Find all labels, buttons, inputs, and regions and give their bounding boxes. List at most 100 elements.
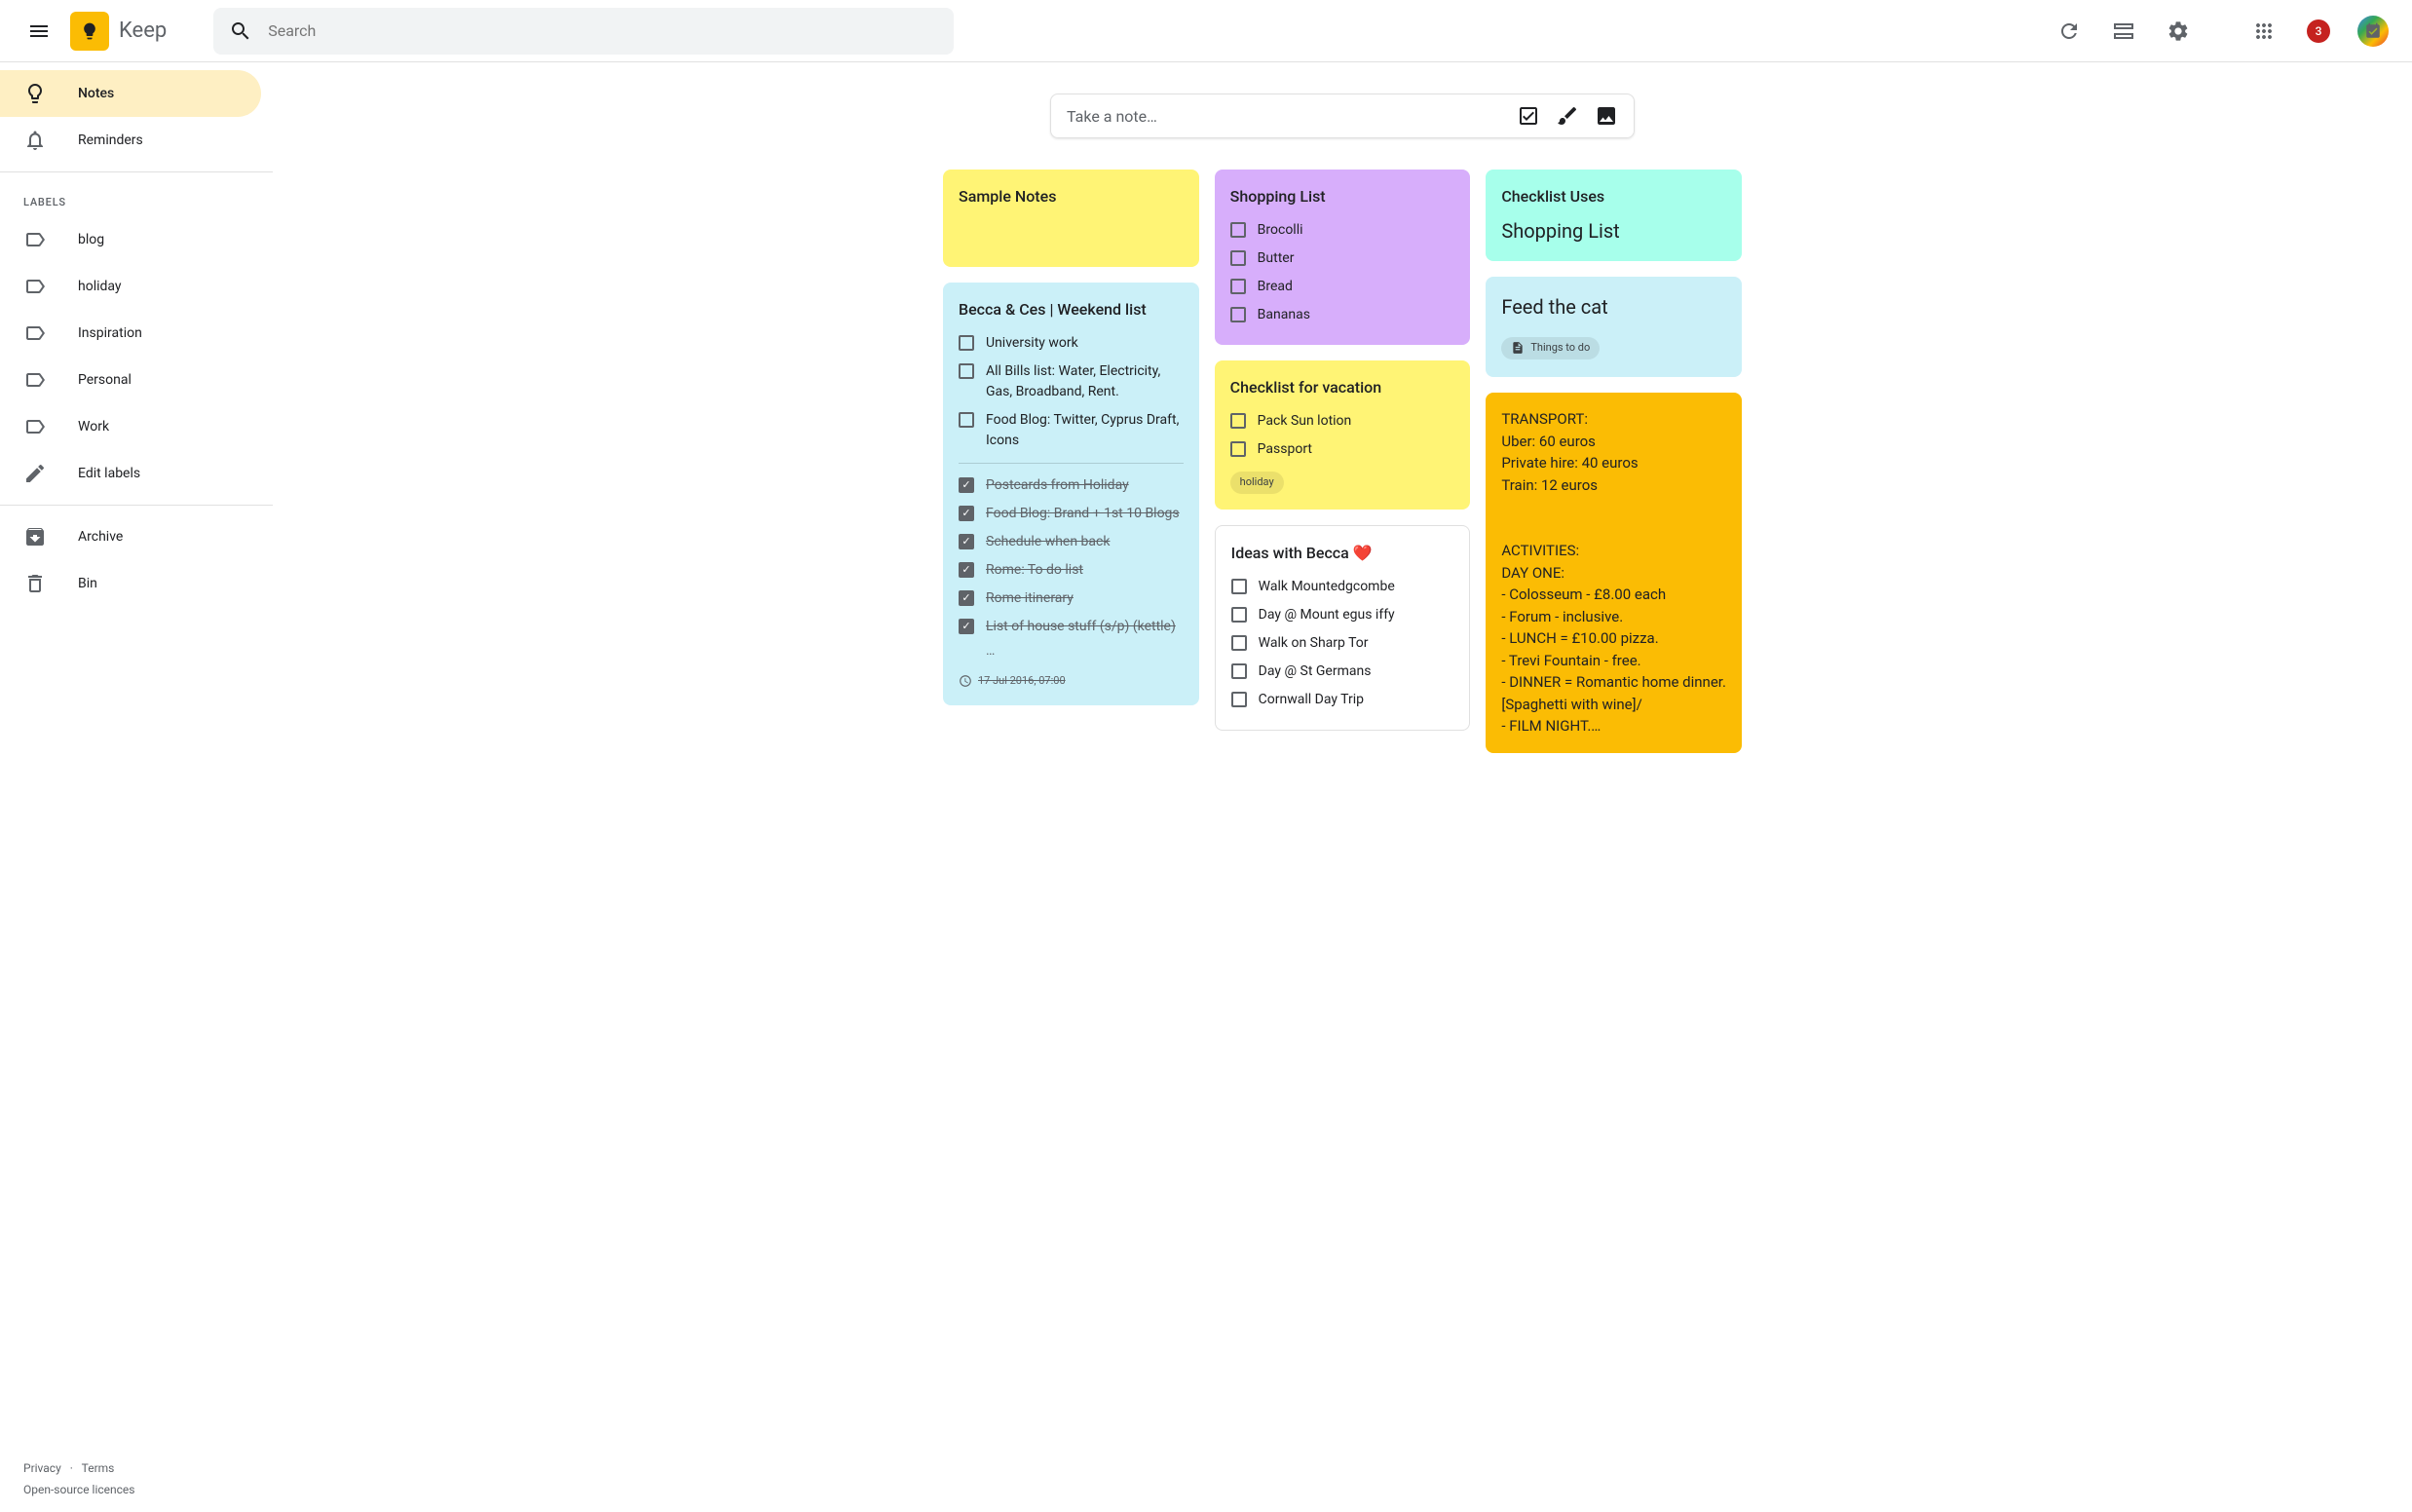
checklist-item[interactable]: List of house stuff (s/p) (kettle) (959, 613, 1184, 641)
sidebar-label-inspiration[interactable]: Inspiration (0, 310, 261, 357)
checklist-text: Bread (1258, 277, 1293, 297)
checkbox-icon[interactable] (1230, 222, 1246, 238)
archive-icon (23, 525, 47, 548)
checkbox-icon[interactable] (959, 363, 974, 379)
checkbox-icon[interactable] (959, 335, 974, 351)
main-menu-button[interactable] (16, 8, 62, 55)
sidebar-label-personal[interactable]: Personal (0, 357, 261, 403)
note-card[interactable]: Sample Notes (943, 170, 1199, 267)
checkbox-checked-icon[interactable] (959, 619, 974, 634)
settings-button[interactable] (2155, 8, 2202, 55)
checkbox-icon[interactable] (1230, 250, 1246, 266)
checklist-item[interactable]: Walk on Sharp Tor (1231, 629, 1454, 658)
note-card[interactable]: Checklist for vacation Pack Sun lotion P… (1215, 360, 1471, 510)
refresh-icon (2057, 19, 2081, 43)
note-card[interactable]: Checklist Uses Shopping List (1486, 170, 1742, 261)
sidebar-bin[interactable]: Bin (0, 560, 261, 607)
checklist-item[interactable]: Cornwall Day Trip (1231, 686, 1454, 714)
note-title: Feed the cat (1501, 292, 1726, 321)
label-icon (23, 275, 47, 298)
refresh-button[interactable] (2046, 8, 2092, 55)
sidebar-item-label: Reminders (78, 132, 143, 148)
checkbox-icon[interactable] (1231, 692, 1247, 707)
checklist-text: Walk on Sharp Tor (1259, 633, 1369, 654)
note-card[interactable]: TRANSPORT: Uber: 60 euros Private hire: … (1486, 393, 1742, 753)
checkbox-icon[interactable] (1230, 441, 1246, 457)
checklist-item[interactable]: Brocolli (1230, 216, 1455, 245)
checklist-item[interactable]: Day @ St Germans (1231, 658, 1454, 686)
reminder-chip[interactable]: 17 Jul 2016, 07:00 (959, 673, 1184, 690)
checklist-item[interactable]: Food Blog: Brand + 1st 10 Blogs (959, 500, 1184, 528)
checkbox-icon[interactable] (1231, 579, 1247, 594)
checklist-item[interactable]: Pack Sun lotion (1230, 407, 1455, 435)
checklist-item[interactable]: Rome itinerary (959, 585, 1184, 613)
more-indicator: … (959, 641, 1184, 662)
note-title: Ideas with Becca ❤️ (1231, 542, 1454, 565)
checkbox-icon[interactable] (1231, 635, 1247, 651)
list-view-button[interactable] (2100, 8, 2147, 55)
main-content: Take a note… Sample Notes Becca & Ces | … (273, 62, 2412, 1512)
new-list-icon[interactable] (1517, 104, 1540, 128)
checklist-text: Day @ St Germans (1259, 662, 1372, 682)
note-body: TRANSPORT: Uber: 60 euros Private hire: … (1501, 408, 1726, 737)
note-card[interactable]: Feed the cat Things to do (1486, 277, 1742, 377)
checklist-item[interactable]: Walk Mountedgcombe (1231, 573, 1454, 601)
footer-licences-link[interactable]: Open-source licences (23, 1483, 134, 1496)
sidebar-label-work[interactable]: Work (0, 403, 261, 450)
checkbox-icon[interactable] (959, 412, 974, 428)
checklist-text: List of house stuff (s/p) (kettle) (986, 617, 1176, 637)
sidebar-item-notes[interactable]: Notes (0, 70, 261, 117)
search-icon (229, 19, 252, 43)
checkbox-checked-icon[interactable] (959, 506, 974, 521)
sidebar-archive[interactable]: Archive (0, 513, 261, 560)
sidebar: Notes Reminders LABELS blog holiday Insp… (0, 62, 273, 1512)
search-bar[interactable] (213, 8, 954, 55)
note-card[interactable]: Ideas with Becca ❤️ Walk Mountedgcombe D… (1215, 525, 1471, 731)
checkbox-icon[interactable] (1230, 307, 1246, 322)
layout: Notes Reminders LABELS blog holiday Insp… (0, 62, 2412, 1512)
take-note-input[interactable]: Take a note… (1050, 94, 1635, 138)
checklist-item[interactable]: Butter (1230, 245, 1455, 273)
checkbox-checked-icon[interactable] (959, 477, 974, 493)
checklist-item[interactable]: Passport (1230, 435, 1455, 464)
checkbox-icon[interactable] (1230, 413, 1246, 429)
checkbox-icon[interactable] (1231, 663, 1247, 679)
checklist-item[interactable]: Rome: To do list (959, 556, 1184, 585)
label-chip[interactable]: Things to do (1501, 337, 1600, 359)
checklist-item[interactable]: Bread (1230, 273, 1455, 301)
sidebar-label-blog[interactable]: blog (0, 216, 261, 263)
sidebar-item-reminders[interactable]: Reminders (0, 117, 261, 164)
checklist-item[interactable]: Schedule when back (959, 528, 1184, 556)
checklist-text: All Bills list: Water, Electricity, Gas,… (986, 361, 1184, 402)
checklist-item[interactable]: Food Blog: Twitter, Cyprus Draft, Icons (959, 406, 1184, 455)
checklist-item[interactable]: University work (959, 329, 1184, 358)
label-chip[interactable]: holiday (1230, 472, 1284, 494)
checklist-text: Postcards from Holiday (986, 475, 1129, 496)
checklist-item[interactable]: Postcards from Holiday (959, 472, 1184, 500)
checklist-item[interactable]: Day @ Mount egus iffy (1231, 601, 1454, 629)
checklist-item[interactable]: All Bills list: Water, Electricity, Gas,… (959, 358, 1184, 406)
checkbox-icon[interactable] (1230, 279, 1246, 294)
notifications-badge[interactable]: 3 (2295, 8, 2342, 55)
new-drawing-icon[interactable] (1556, 104, 1579, 128)
checkbox-checked-icon[interactable] (959, 534, 974, 549)
footer-terms-link[interactable]: Terms (82, 1461, 115, 1475)
note-card[interactable]: Shopping List Brocolli Butter Bread Bana… (1215, 170, 1471, 345)
footer-privacy-link[interactable]: Privacy (23, 1461, 61, 1475)
bell-icon (23, 129, 47, 152)
checklist-item[interactable]: Bananas (1230, 301, 1455, 329)
note-card[interactable]: Becca & Ces | Weekend list University wo… (943, 283, 1199, 705)
sidebar-label-holiday[interactable]: holiday (0, 263, 261, 310)
logo[interactable]: Keep (70, 12, 167, 51)
checkbox-checked-icon[interactable] (959, 590, 974, 606)
label-icon (23, 368, 47, 392)
checkbox-icon[interactable] (1231, 607, 1247, 623)
sidebar-edit-labels[interactable]: Edit labels (0, 450, 261, 497)
account-button[interactable] (2350, 8, 2396, 55)
badge-count: 3 (2307, 19, 2330, 43)
notes-column: Shopping List Brocolli Butter Bread Bana… (1215, 170, 1471, 753)
apps-button[interactable] (2241, 8, 2287, 55)
checkbox-checked-icon[interactable] (959, 562, 974, 578)
new-image-icon[interactable] (1595, 104, 1618, 128)
search-input[interactable] (268, 21, 938, 40)
